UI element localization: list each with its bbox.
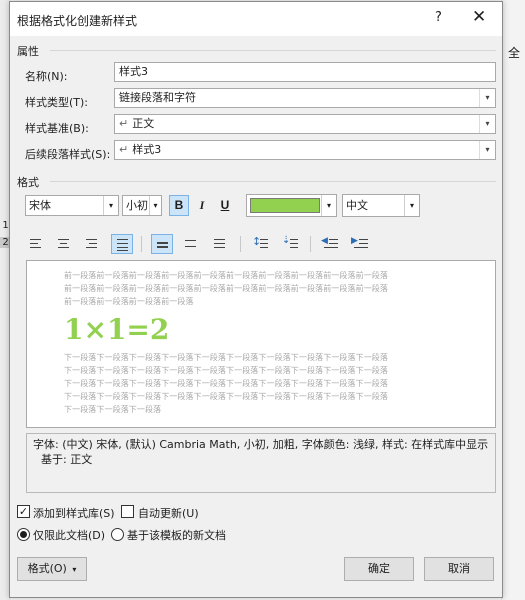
properties-section-label: 属性 (17, 45, 39, 58)
add-to-gallery-label[interactable]: 添加到样式库(S) (33, 505, 115, 521)
new-documents-template-radio[interactable] (111, 528, 124, 541)
align-left-icon[interactable] (25, 234, 47, 254)
style-description-line: 基于: 正文 (41, 453, 93, 466)
chevron-down-icon: ▾ (72, 565, 77, 574)
style-name-value: 样式3 (119, 65, 148, 78)
single-spacing-icon[interactable] (151, 234, 173, 254)
toolbar-separator (240, 236, 241, 252)
style-type-select[interactable]: 链接段落和字符 ▾ (114, 88, 496, 108)
toolbar-separator (310, 236, 311, 252)
chevron-down-icon[interactable]: ▾ (149, 196, 161, 215)
chevron-down-icon[interactable]: ▾ (321, 195, 336, 216)
one-half-spacing-icon[interactable] (180, 234, 202, 254)
based-on-label: 样式基准(B): (25, 122, 89, 135)
chevron-down-icon[interactable]: ▾ (103, 196, 118, 215)
font-size-value: 小初 (126, 199, 148, 212)
auto-update-label[interactable]: 自动更新(U) (138, 505, 199, 521)
next-paragraph-text: 下一段落下一段落下一段落下一段落下一段落下一段落下一段落下一段落下一段落下一段落 (64, 353, 388, 362)
format-menu-label: 格式(O) (27, 562, 67, 575)
only-this-document-radio[interactable] (17, 528, 30, 541)
format-menu-button[interactable]: 格式(O) ▾ (17, 557, 87, 581)
format-divider (50, 181, 496, 182)
next-paragraph-text: 下一段落下一段落下一段落下一段落下一段落下一段落下一段落下一段落下一段落下一段落 (64, 366, 388, 375)
help-icon[interactable]: ? (435, 10, 442, 25)
new-style-dialog: 根据格式化创建新样式 ? ✕ 属性 名称(N): 样式3 样式类型(T): 链接… (9, 1, 503, 598)
decrease-paragraph-spacing-icon[interactable]: ⇣ (280, 234, 302, 254)
name-label: 名称(N): (25, 70, 68, 83)
double-spacing-icon[interactable] (209, 234, 231, 254)
chevron-down-icon[interactable]: ▾ (404, 195, 419, 216)
increase-paragraph-spacing-icon[interactable]: ↕ (250, 234, 272, 254)
style-name-input[interactable]: 样式3 (114, 62, 496, 82)
add-to-gallery-checkbox[interactable]: ✓ (17, 505, 30, 518)
font-name-select[interactable]: 宋体 ▾ (25, 195, 119, 216)
script-value: 中文 (346, 199, 368, 212)
style-type-label: 样式类型(T): (25, 96, 89, 109)
next-style-select[interactable]: ↵ 样式3 ▾ (114, 140, 496, 160)
based-on-value: 正文 (132, 117, 155, 130)
preview-sample-text: 1×1=2 (64, 313, 170, 346)
align-right-icon[interactable] (81, 234, 103, 254)
properties-divider (50, 50, 496, 51)
paragraph-return-icon: ↵ (119, 117, 129, 130)
increase-indent-icon[interactable]: ▶ (350, 234, 372, 254)
style-type-value: 链接段落和字符 (119, 91, 196, 104)
font-color-picker[interactable]: ▾ (246, 194, 337, 217)
based-on-select[interactable]: ↵ 正文 ▾ (114, 114, 496, 134)
next-paragraph-text: 下一段落下一段落下一段落 (64, 405, 162, 414)
auto-update-checkbox[interactable] (121, 505, 134, 518)
style-description-line: 字体: (中文) 宋体, (默认) Cambria Math, 小初, 加粗, … (33, 438, 489, 451)
dialog-titlebar: 根据格式化创建新样式 ? ✕ (10, 2, 502, 36)
italic-button[interactable]: I (192, 195, 212, 216)
chevron-down-icon[interactable]: ▾ (479, 89, 495, 107)
background-text: 全 (508, 46, 521, 60)
toolbar-separator (141, 236, 142, 252)
next-style-value: 样式3 (132, 143, 162, 156)
next-paragraph-text: 下一段落下一段落下一段落下一段落下一段落下一段落下一段落下一段落下一段落下一段落 (64, 392, 388, 401)
previous-paragraph-text: 前一段落前一段落前一段落前一段落前一段落前一段落前一段落前一段落前一段落前一段落 (64, 271, 388, 280)
justify-icon[interactable] (111, 234, 133, 254)
next-style-label: 后续段落样式(S): (25, 148, 111, 161)
chevron-down-icon[interactable]: ▾ (479, 115, 495, 133)
underline-button[interactable]: U (215, 195, 235, 216)
script-select[interactable]: 中文 ▾ (342, 194, 420, 217)
only-this-document-label[interactable]: 仅限此文档(D) (33, 527, 105, 543)
decrease-indent-icon[interactable]: ◀ (320, 234, 342, 254)
paragraph-return-icon: ↵ (119, 143, 129, 156)
close-icon[interactable]: ✕ (472, 7, 486, 27)
dialog-title: 根据格式化创建新样式 (17, 14, 138, 28)
previous-paragraph-text: 前一段落前一段落前一段落前一段落 (64, 297, 194, 306)
new-documents-template-label[interactable]: 基于该模板的新文档 (127, 527, 226, 543)
bold-button[interactable]: B (169, 195, 189, 216)
next-paragraph-text: 下一段落下一段落下一段落下一段落下一段落下一段落下一段落下一段落下一段落下一段落 (64, 379, 388, 388)
previous-paragraph-text: 前一段落前一段落前一段落前一段落前一段落前一段落前一段落前一段落前一段落前一段落 (64, 284, 388, 293)
font-size-select[interactable]: 小初 ▾ (122, 195, 162, 216)
style-description: 字体: (中文) 宋体, (默认) Cambria Math, 小初, 加粗, … (26, 433, 496, 493)
cancel-button[interactable]: 取消 (424, 557, 494, 581)
ok-button[interactable]: 确定 (344, 557, 414, 581)
format-section-label: 格式 (17, 176, 39, 189)
align-center-icon[interactable] (53, 234, 75, 254)
font-name-value: 宋体 (29, 199, 51, 212)
style-preview-pane: 前一段落前一段落前一段落前一段落前一段落前一段落前一段落前一段落前一段落前一段落… (26, 260, 496, 428)
background-app-strip: 全 (501, 0, 525, 600)
font-color-swatch (250, 198, 320, 213)
chevron-down-icon[interactable]: ▾ (479, 141, 495, 159)
